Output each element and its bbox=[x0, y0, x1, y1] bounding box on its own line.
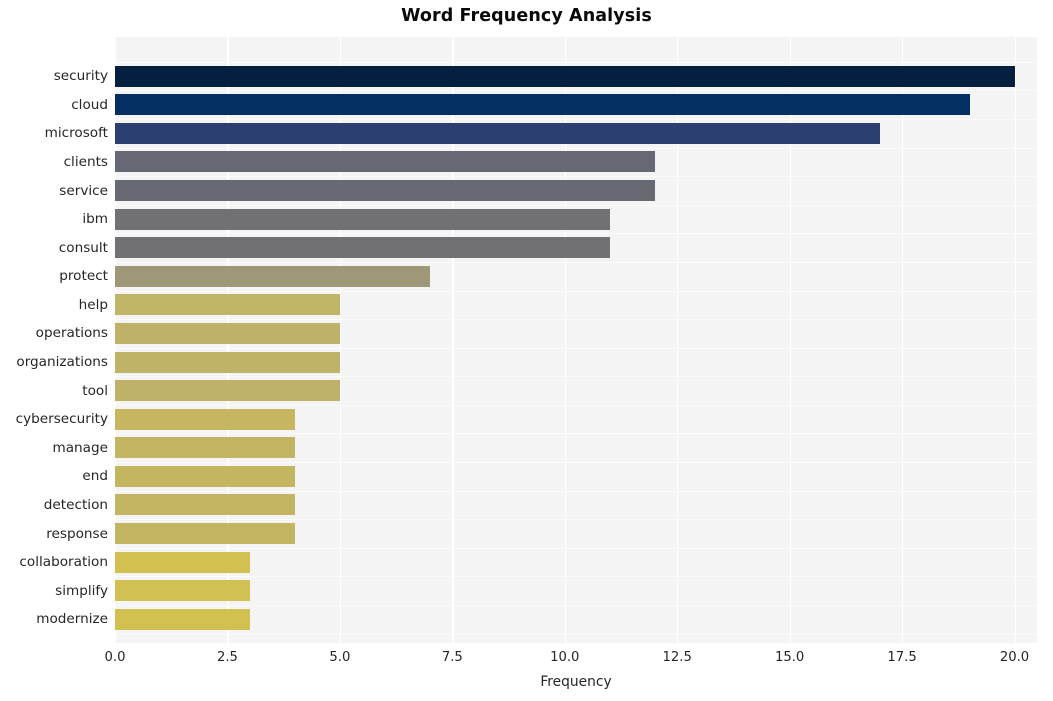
y-axis-tick-label: service bbox=[59, 182, 108, 199]
y-axis-tick-label: organizations bbox=[16, 354, 108, 370]
gridline-horizontal bbox=[115, 119, 1037, 121]
y-axis-tick-label: end bbox=[82, 468, 108, 485]
gridline-horizontal bbox=[115, 233, 1037, 235]
gridline-horizontal bbox=[115, 319, 1037, 321]
y-axis-tick-label: manage bbox=[52, 439, 108, 456]
gridline-horizontal bbox=[115, 519, 1037, 521]
x-axis-tick-label: 10.0 bbox=[550, 650, 580, 665]
bar bbox=[115, 408, 295, 430]
gridline-horizontal bbox=[115, 176, 1037, 178]
x-axis-tick-label: 20.0 bbox=[999, 650, 1030, 665]
x-axis-tick-label: 12.5 bbox=[662, 650, 692, 665]
gridline-horizontal bbox=[115, 404, 1037, 406]
y-axis-tick-label: modernize bbox=[36, 611, 108, 628]
bar bbox=[115, 494, 295, 516]
bar bbox=[115, 322, 340, 344]
gridline-vertical bbox=[902, 37, 904, 643]
y-axis-tick-label: operations bbox=[35, 325, 108, 342]
chart-figure: Word Frequency Analysis security cloud mic… bbox=[0, 0, 1053, 701]
y-axis-tick-label: ibm bbox=[82, 211, 108, 228]
gridline-horizontal bbox=[115, 490, 1037, 492]
bar bbox=[115, 294, 340, 316]
plot-area bbox=[115, 37, 1037, 643]
y-axis-tick-label: microsoft bbox=[44, 125, 108, 142]
bar bbox=[115, 465, 295, 487]
y-axis-tick-label: cloud bbox=[71, 96, 108, 113]
gridline-horizontal bbox=[115, 547, 1037, 549]
gridline-horizontal bbox=[115, 376, 1037, 378]
gridline-horizontal bbox=[115, 576, 1037, 578]
bar bbox=[115, 351, 340, 373]
y-axis-tick-label: help bbox=[78, 296, 108, 313]
gridline-horizontal bbox=[115, 147, 1037, 149]
y-axis-tick-label: collaboration bbox=[19, 554, 108, 571]
gridline-horizontal bbox=[115, 290, 1037, 292]
x-axis-tick-label: 17.5 bbox=[887, 650, 917, 665]
bar bbox=[115, 65, 1015, 87]
chart-title: Word Frequency Analysis bbox=[401, 6, 652, 26]
gridline-vertical bbox=[1014, 37, 1016, 643]
bar bbox=[115, 608, 250, 630]
bar bbox=[115, 380, 340, 402]
y-axis-tick-label: response bbox=[46, 525, 108, 542]
y-axis-tick-label: consult bbox=[58, 239, 108, 256]
y-axis-tick-label: detection bbox=[43, 496, 108, 513]
x-axis-label: Frequency bbox=[540, 674, 612, 690]
bar bbox=[115, 523, 295, 545]
gridline-horizontal bbox=[115, 347, 1037, 349]
bar bbox=[115, 437, 295, 459]
bar bbox=[115, 208, 610, 230]
bar bbox=[115, 237, 610, 259]
gridline-horizontal bbox=[115, 90, 1037, 92]
y-axis-tick-label: security bbox=[53, 68, 108, 85]
x-axis-tick-label: 5.0 bbox=[329, 650, 351, 665]
gridline-horizontal bbox=[115, 462, 1037, 464]
x-axis-tick-label: 0.0 bbox=[104, 650, 126, 665]
y-axis-tick-label: tool bbox=[82, 382, 108, 399]
x-axis-tick-label: 7.5 bbox=[441, 650, 463, 665]
bar bbox=[115, 551, 250, 573]
bar bbox=[115, 94, 970, 116]
x-axis-tick-label: 15.0 bbox=[774, 650, 805, 665]
y-axis-tick-label: simplify bbox=[55, 582, 108, 599]
gridline-horizontal bbox=[115, 261, 1037, 263]
x-axis-tick-label: 2.5 bbox=[216, 650, 238, 665]
gridline-horizontal bbox=[115, 204, 1037, 206]
bar bbox=[115, 180, 655, 201]
gridline-horizontal bbox=[115, 604, 1037, 606]
bar bbox=[115, 151, 655, 173]
bar bbox=[115, 580, 250, 602]
gridline-horizontal bbox=[115, 433, 1037, 435]
bar bbox=[115, 122, 880, 144]
y-axis-tick-label: cybersecurity bbox=[15, 411, 108, 428]
bar bbox=[115, 265, 430, 287]
y-axis-tick-label: clients bbox=[63, 153, 108, 170]
gridline-horizontal bbox=[115, 61, 1037, 63]
y-axis-tick-label: protect bbox=[59, 268, 108, 285]
gridline-horizontal bbox=[115, 633, 1037, 635]
